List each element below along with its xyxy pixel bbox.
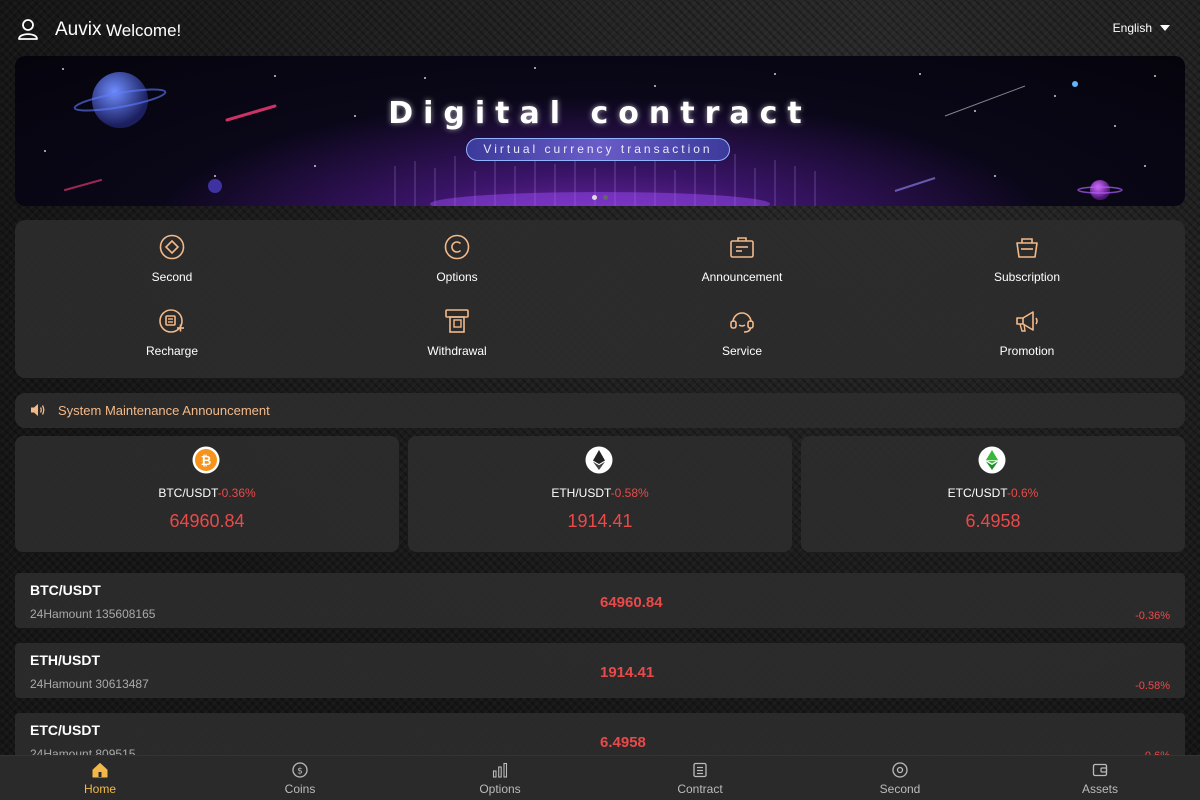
coin-change: -0.36% [217,486,256,500]
carousel-dots [592,195,608,200]
market-pair: BTC/USDT [30,582,101,598]
tab-options[interactable]: Options [400,756,600,800]
banner-title: Digital contract [388,96,812,131]
coin-card-eth[interactable]: ETH/USDT-0.58% 1914.41 [408,436,792,552]
tab-label: Coins [284,782,316,796]
c-circle-icon [444,234,470,260]
coin-price: 64960.84 [169,511,245,531]
quick-menu: Second Options Announcement Subscription… [15,220,1185,378]
coin-pair: ETC/USDT [947,486,1007,500]
coin-pair-row: ETC/USDT-0.6% [801,486,1185,500]
banner-artwork [44,67,1156,206]
tab-coins[interactable]: $ Coins [200,756,400,800]
shopping-bag-icon [1016,238,1038,258]
bitcoin-icon: ₿ [192,446,220,474]
coin-pair-row: BTC/USDT-0.36% [15,486,399,500]
ethereum-icon [585,446,613,474]
market-row-eth[interactable]: ETH/USDT 24Hamount 30613487 1914.41 -0.5… [15,643,1185,698]
diamond-circle-icon [159,234,185,260]
briefcase-icon [730,237,754,258]
coin-pair: ETH/USDT [551,486,611,500]
market-pair: ETH/USDT [30,652,100,668]
svg-text:₿: ₿ [201,454,212,469]
menu-item-announcement[interactable]: Announcement [642,234,842,298]
market-price: 1914.41 [600,664,655,681]
menu-item-promotion[interactable]: Promotion [927,308,1127,372]
coin-price: 6.4958 [965,511,1021,531]
document-icon [693,762,707,778]
menu-item-withdrawal[interactable]: Withdrawal [357,308,557,372]
market-price: 6.4958 [600,734,646,751]
language-label: English [1112,21,1152,35]
dollar-circle-icon: $ [292,762,308,778]
menu-item-service[interactable]: Service [642,308,842,372]
tab-second[interactable]: Second [800,756,1000,800]
announcement-bar[interactable]: System Maintenance Announcement [15,393,1185,428]
coin-price: 1914.41 [567,511,633,531]
menu-item-options[interactable]: Options [357,234,557,298]
market-change: -0.36% [1135,610,1170,622]
coin-change: -0.58% [610,486,649,500]
menu-item-second[interactable]: Second [72,234,272,298]
wallet-icon [1092,763,1108,777]
menu-label: Promotion [999,344,1055,358]
market-volume: 24Hamount 135608165 [30,607,156,621]
target-icon [892,762,908,778]
carousel-dot-2[interactable] [603,195,608,200]
wallet-plus-icon [159,309,184,333]
speaker-icon [31,404,45,416]
menu-label: Withdrawal [427,344,487,358]
menu-item-subscription[interactable]: Subscription [927,234,1127,298]
caret-down-icon [1160,25,1170,31]
headset-icon [730,312,754,333]
header: Auvix Welcome! English [0,0,1200,58]
announcement-text: System Maintenance Announcement [58,403,270,418]
tab-label: Options [479,782,521,796]
language-selector[interactable]: English [1113,21,1170,35]
menu-item-recharge[interactable]: Recharge [72,308,272,372]
tab-label: Assets [1081,782,1118,796]
coin-card-btc[interactable]: ₿ BTC/USDT-0.36% 64960.84 [15,436,399,552]
welcome-text: Welcome! [106,21,182,40]
user-icon[interactable] [16,17,40,41]
market-price: 64960.84 [600,594,663,611]
tab-label: Contract [677,782,723,796]
bottom-tab-bar: Home $ Coins Options Contract Second Ass… [0,755,1200,800]
market-pair: ETC/USDT [30,722,100,738]
coin-pair: BTC/USDT [158,486,218,500]
market-volume: 24Hamount 30613487 [30,677,149,691]
ethereum-classic-icon [978,446,1006,474]
market-change: -0.58% [1135,680,1170,692]
menu-label: Service [721,344,762,358]
carousel-dot-1[interactable] [592,195,597,200]
withdraw-card-icon [445,309,469,333]
tab-label: Home [83,782,116,796]
coin-pair-row: ETH/USDT-0.58% [408,486,792,500]
banner-subtitle: Virtual currency transaction [466,138,730,161]
promo-banner[interactable]: Digital contract Virtual currency transa… [15,56,1185,206]
app-page: Auvix Welcome! English Digital contract … [0,0,1200,800]
menu-label: Subscription [993,270,1061,284]
megaphone-icon [1016,311,1038,332]
tab-assets[interactable]: Assets [1000,756,1200,800]
tab-contract[interactable]: Contract [600,756,800,800]
tab-home[interactable]: Home [0,756,200,800]
coin-card-etc[interactable]: ETC/USDT-0.6% 6.4958 [801,436,1185,552]
brand-name: Auvix [55,19,102,40]
menu-label: Second [151,270,193,284]
svg-text:$: $ [297,767,303,777]
market-row-btc[interactable]: BTC/USDT 24Hamount 135608165 64960.84 -0… [15,573,1185,628]
bar-chart-icon [492,762,508,778]
menu-label: Options [436,270,478,284]
menu-label: Announcement [701,270,783,284]
tab-label: Second [879,782,921,796]
home-icon [92,763,108,778]
menu-label: Recharge [145,344,199,358]
coin-change: -0.6% [1006,486,1039,500]
